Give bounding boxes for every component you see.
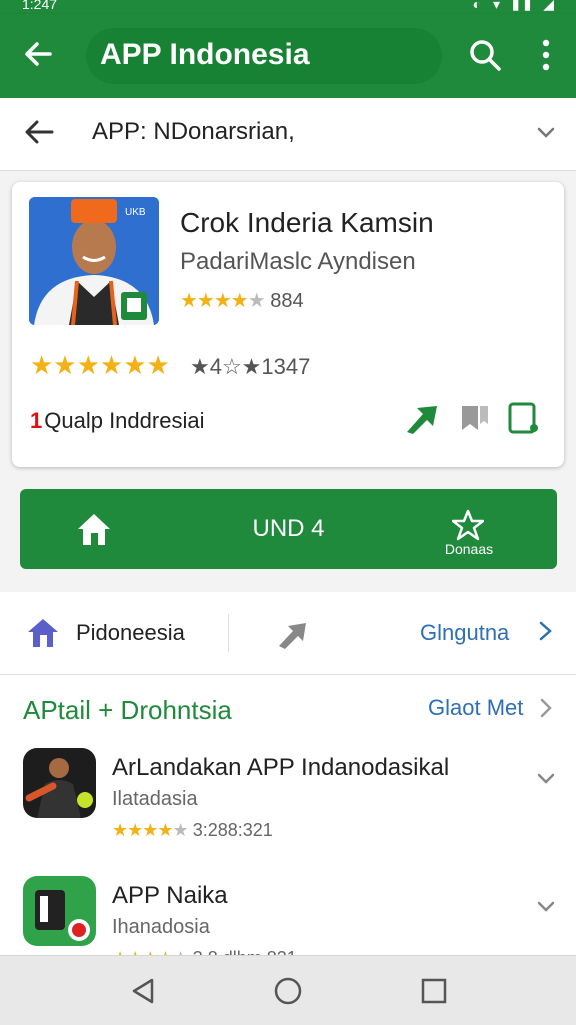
app-bar: APP Indonesia bbox=[0, 14, 576, 98]
chevron-right-icon[interactable] bbox=[536, 697, 556, 719]
list-item[interactable]: ArLandakan APP Indanodasikal Ilatadasia … bbox=[0, 748, 576, 868]
app-thumbnail[interactable]: UKB bbox=[29, 197, 159, 325]
nav-home-icon[interactable] bbox=[273, 976, 303, 1006]
chevron-right-icon[interactable] bbox=[534, 620, 556, 642]
app-rating-detail: ★★★★★★ ★4☆★1347 bbox=[30, 350, 310, 381]
nav-back-icon[interactable] bbox=[128, 976, 158, 1006]
search-icon[interactable] bbox=[468, 38, 502, 72]
app-item-rating-value: 3:288:321 bbox=[192, 820, 273, 840]
app-icon bbox=[23, 876, 96, 946]
info-tab-row: Pidoneesia Glngutna bbox=[0, 592, 576, 675]
app-developer: PadariMaslc Ayndisen bbox=[180, 248, 416, 275]
breadcrumb-bar: APP: NDonarsrian, bbox=[0, 98, 576, 171]
app-name: Crok Inderia Kamsin bbox=[180, 207, 434, 238]
app-item-subtitle: Ihanadosia bbox=[112, 916, 210, 938]
thumbnail-badge-text: UKB bbox=[125, 207, 146, 218]
app-item-rating: ★★★★★ 3:288:321 bbox=[112, 820, 273, 841]
star-label: Donaas bbox=[444, 541, 494, 557]
system-navigation-bar bbox=[0, 955, 576, 1025]
more-options-icon[interactable] bbox=[536, 38, 556, 72]
app-item-subtitle: Ilatadasia bbox=[112, 788, 198, 810]
device-app-image bbox=[23, 876, 96, 946]
chevron-down-icon[interactable] bbox=[534, 120, 558, 144]
back-arrow-icon[interactable] bbox=[20, 36, 56, 72]
rating-stars: ★★★★★ bbox=[180, 290, 266, 312]
app-region: 1Qualp Inddresiai bbox=[30, 408, 204, 434]
house-icon[interactable] bbox=[26, 616, 60, 650]
install-device-icon[interactable] bbox=[506, 400, 542, 436]
bookmark-icon[interactable] bbox=[458, 400, 494, 436]
chevron-down-icon[interactable] bbox=[534, 894, 558, 918]
status-time: 1:247 bbox=[22, 0, 58, 12]
athlete-image bbox=[23, 748, 96, 818]
nav-recents-icon[interactable] bbox=[419, 976, 449, 1006]
region-number: 1 bbox=[30, 408, 43, 433]
rating-count: ★4☆★1347 bbox=[189, 354, 311, 379]
app-icon bbox=[23, 748, 96, 818]
breadcrumb-text: APP: NDonarsrian, bbox=[92, 118, 295, 145]
related-apps-section: APtail + Drohntsia Glaot Met ArLandakan … bbox=[0, 675, 576, 968]
app-bar-title: APP Indonesia bbox=[100, 38, 310, 71]
region-label: Qualp Inddresiai bbox=[44, 408, 205, 433]
see-more-link[interactable]: Glaot Met bbox=[428, 695, 523, 721]
status-bar: 1:247 ◐ ▾ ▮▮ ◢ bbox=[0, 0, 576, 14]
rating-value: 884 bbox=[270, 290, 304, 312]
app-rating-summary: ★★★★★ 884 bbox=[180, 288, 304, 313]
tab-link[interactable]: Glngutna bbox=[420, 620, 509, 646]
app-detail-card: UKB Crok Inderia Kamsin PadariMaslc Aynd… bbox=[12, 182, 564, 467]
section-title: APtail + Drohntsia bbox=[23, 695, 232, 725]
status-icons: ◐ ▾ ▮▮ ◢ bbox=[472, 0, 558, 12]
rating-stars: ★★★★★ bbox=[112, 820, 189, 840]
chevron-down-icon[interactable] bbox=[534, 766, 558, 790]
tab-divider bbox=[228, 614, 229, 652]
breadcrumb-back-icon[interactable] bbox=[22, 115, 56, 149]
share-arrow-icon[interactable] bbox=[403, 400, 439, 436]
tab-label[interactable]: Pidoneesia bbox=[76, 620, 185, 646]
rating-stars-large: ★★★★★★ bbox=[30, 350, 170, 380]
app-item-title: ArLandakan APP Indanodasikal bbox=[112, 754, 450, 781]
app-item-title: APP Naika bbox=[112, 882, 228, 909]
install-bar[interactable]: UND 4 Donaas bbox=[20, 489, 557, 569]
star-icon[interactable] bbox=[452, 509, 484, 541]
share-icon[interactable] bbox=[276, 618, 308, 650]
